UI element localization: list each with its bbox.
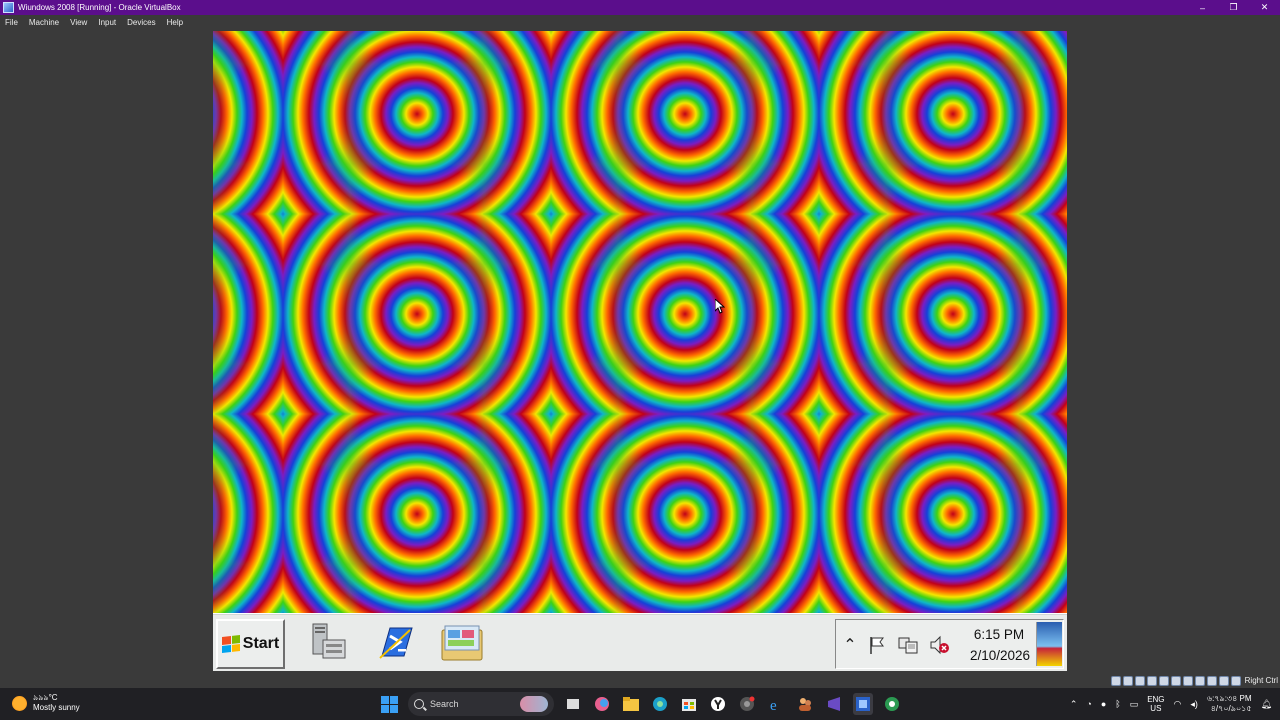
svg-text:e: e <box>770 698 777 712</box>
chevron-up-icon[interactable]: ⌃ <box>1070 699 1078 710</box>
people-icon[interactable] <box>795 693 815 715</box>
vbox-menubar: File Machine View Input Devices Help <box>0 15 1280 30</box>
volume-muted-icon[interactable] <box>928 634 950 656</box>
search-icon <box>414 699 424 709</box>
search-placeholder: Search <box>430 699 459 709</box>
hard-disk-icon[interactable] <box>1110 675 1121 686</box>
weather-temp: ৯৯৯°C <box>33 693 58 702</box>
optical-drive-icon[interactable] <box>1122 675 1133 686</box>
weather-condition: Mostly sunny <box>33 703 80 712</box>
notification-area: ⌃ 6:15 PM 2/10/2026 <box>835 619 1064 669</box>
restore-button[interactable]: ❐ <box>1218 0 1249 15</box>
show-desktop-button[interactable] <box>1036 622 1062 666</box>
powershell-icon[interactable] <box>374 622 418 664</box>
bluetooth-icon[interactable]: ᛒ <box>1115 699 1120 709</box>
weather-widget[interactable]: ৯৯৯°C Mostly sunny <box>12 693 80 713</box>
audio-icon[interactable] <box>1134 675 1145 686</box>
start-label: Start <box>242 635 280 652</box>
microsoft-store-icon[interactable] <box>679 693 699 715</box>
menu-input[interactable]: Input <box>97 18 117 27</box>
minimize-button[interactable]: – <box>1187 0 1218 15</box>
guest-taskbar: Start ⌃ 6:15 PM 2/10/2026 <box>213 613 1067 671</box>
language-code: ENG <box>1147 695 1165 704</box>
virtualbox-taskbar-icon[interactable] <box>853 693 873 715</box>
tray-app-icon[interactable]: ◔ <box>1086 699 1091 709</box>
battery-icon[interactable]: ▭ <box>1130 699 1139 710</box>
internet-explorer-icon[interactable]: e <box>766 693 786 715</box>
menu-view[interactable]: View <box>69 18 88 27</box>
action-center-flag-icon[interactable] <box>866 634 888 656</box>
security-icon[interactable]: ● <box>1101 699 1106 709</box>
windows-explorer-icon[interactable] <box>440 622 484 664</box>
notification-bell-icon[interactable]: 🔔︎ <box>1261 699 1272 710</box>
search-highlight-icon <box>520 696 548 712</box>
virtualbox-app-icon <box>3 2 14 13</box>
task-view-icon[interactable] <box>563 693 583 715</box>
shared-folders-icon[interactable] <box>1170 675 1181 686</box>
copilot-icon[interactable] <box>592 693 612 715</box>
network-adapter-icon[interactable] <box>1146 675 1157 686</box>
edge-dev-icon[interactable] <box>650 693 670 715</box>
close-button[interactable]: ✕ <box>1249 0 1280 15</box>
window-controls: – ❐ ✕ <box>1187 0 1280 15</box>
windows-flag-icon <box>221 635 240 653</box>
sun-icon <box>12 695 27 711</box>
menu-machine[interactable]: Machine <box>28 18 60 27</box>
menu-help[interactable]: Help <box>166 18 184 27</box>
server-manager-icon[interactable] <box>309 622 353 664</box>
chrome-icon[interactable] <box>737 693 757 715</box>
guest-clock-date[interactable]: 2/10/2026 <box>963 648 1037 663</box>
vbox-statusbar: Right Ctrl <box>1110 674 1280 687</box>
psychedelic-wallpaper[interactable] <box>213 31 1067 613</box>
menu-devices[interactable]: Devices <box>126 18 156 27</box>
chrome-alt-icon[interactable] <box>882 693 902 715</box>
file-explorer-icon[interactable] <box>621 693 641 715</box>
host-clock-date: ৪/৭০/৯০১৫ <box>1210 704 1252 713</box>
start-button[interactable]: Start <box>216 619 285 669</box>
network-icon[interactable] <box>897 634 919 656</box>
mouse-integration-icon[interactable] <box>1218 675 1229 686</box>
display-icon[interactable] <box>1182 675 1193 686</box>
recording-icon[interactable] <box>1194 675 1205 686</box>
wifi-icon[interactable]: ◠ <box>1174 699 1182 710</box>
host-system-tray: ⌃ ◔ ● ᛒ ▭ ENG US ◠ ◂) ৬:৭৯:৩৪ PM ৪/৭০/৯০… <box>1070 688 1272 720</box>
host-key-label: Right Ctrl <box>1244 676 1278 685</box>
language-region: US <box>1150 704 1162 713</box>
window-title: Wiundows 2008 [Running] - Oracle Virtual… <box>18 3 181 12</box>
menu-file[interactable]: File <box>4 18 19 27</box>
usb-icon[interactable] <box>1158 675 1169 686</box>
keyboard-icon[interactable] <box>1230 675 1241 686</box>
show-hidden-icons-button[interactable]: ⌃ <box>839 634 861 656</box>
visual-studio-icon[interactable] <box>824 693 844 715</box>
windows-start-icon[interactable] <box>379 693 399 715</box>
host-taskbar: ৯৯৯°C Mostly sunny Search e ⌃ ◔ ● ᛒ ▭ EN… <box>0 688 1280 720</box>
taskbar-search-box[interactable]: Search <box>408 692 554 716</box>
yandex-browser-icon[interactable] <box>708 693 728 715</box>
host-clock-time: ৬:৭৯:৩৪ PM <box>1206 694 1252 703</box>
vbox-titlebar: Wiundows 2008 [Running] - Oracle Virtual… <box>0 0 1280 15</box>
language-indicator[interactable]: ENG US <box>1147 695 1164 713</box>
cpu-icon[interactable] <box>1206 675 1217 686</box>
host-clock[interactable]: ৬:৭৯:৩৪ PM ৪/৭০/৯০১৫ <box>1207 694 1252 714</box>
guest-clock-time[interactable]: 6:15 PM <box>967 627 1031 642</box>
taskbar-apps: Search e <box>379 692 902 716</box>
speaker-icon[interactable]: ◂) <box>1190 699 1198 710</box>
guest-screen[interactable]: Start ⌃ 6:15 PM 2/10/2026 <box>213 31 1067 671</box>
